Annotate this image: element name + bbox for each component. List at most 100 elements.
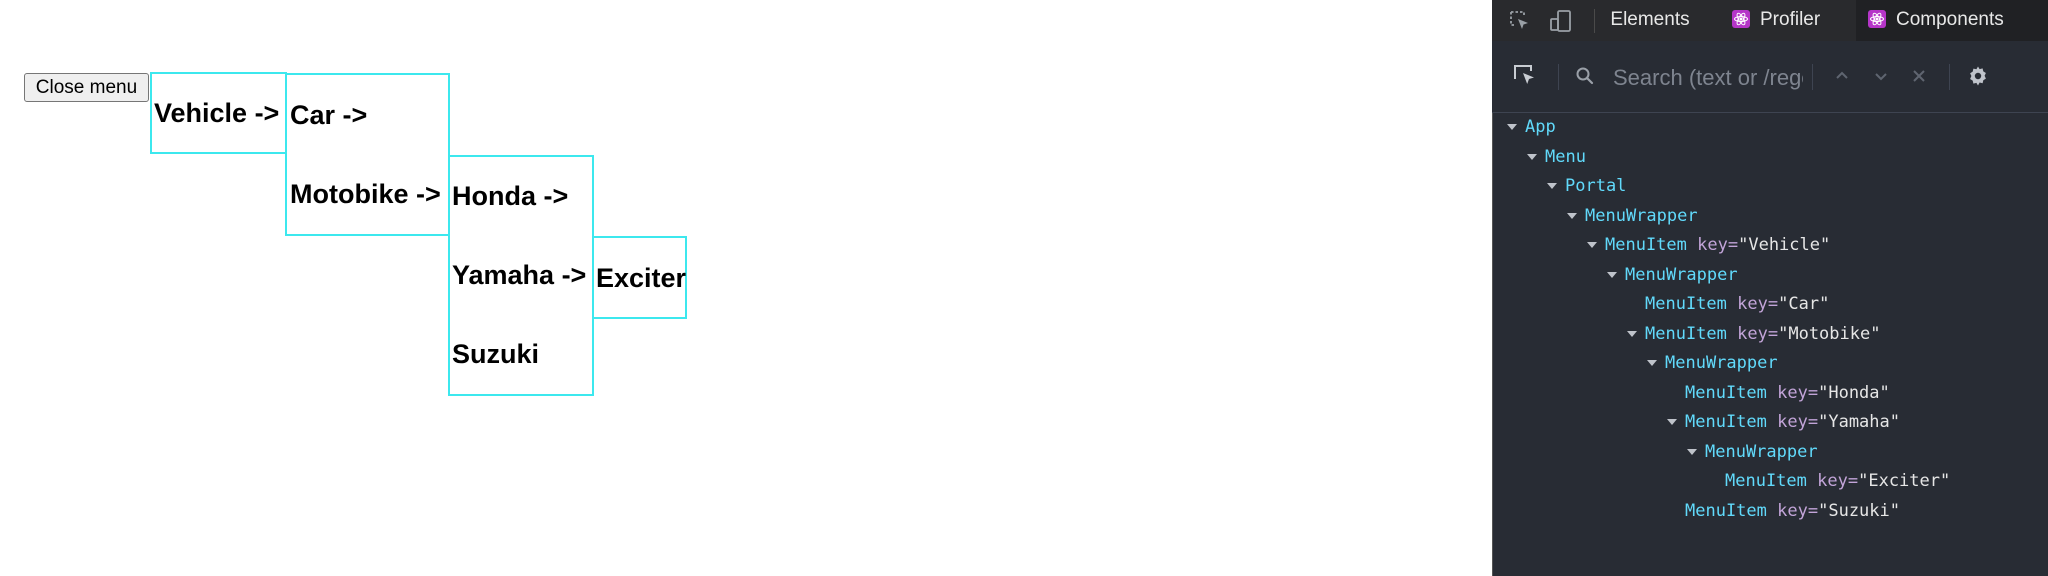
quote: " <box>1889 500 1901 521</box>
quote: " <box>1870 323 1881 344</box>
component-name: Menu <box>1545 146 1586 167</box>
tree-row[interactable]: MenuItem key="Yamaha" <box>1667 408 1900 437</box>
component-name: MenuItem <box>1645 323 1727 344</box>
close-icon[interactable] <box>1906 63 1932 89</box>
menu-wrapper-level-2: Car -> Motobike -> <box>285 73 450 236</box>
quote: " <box>1858 471 1869 491</box>
caret-down-icon[interactable] <box>1587 242 1597 248</box>
menu-wrapper-level-4: Exciter <box>592 236 687 319</box>
tree-row[interactable]: MenuWrapper <box>1607 261 1738 290</box>
tree-row[interactable]: MenuWrapper <box>1647 349 1778 378</box>
key-value: Motobike <box>1788 323 1871 344</box>
devtools-tab-bar: Elements Profiler Components <box>1492 0 2048 42</box>
quote: " <box>1778 294 1789 314</box>
key-value: Yamaha <box>1828 412 1890 432</box>
quote: " <box>1889 412 1901 432</box>
caret-down-icon[interactable] <box>1627 330 1637 337</box>
menu-item-yamaha[interactable]: Yamaha -> <box>452 260 586 290</box>
search-icon <box>1572 63 1598 89</box>
tree-row[interactable]: MenuItem key="Suzuki" <box>1667 497 1900 526</box>
caret-down-icon[interactable] <box>1667 419 1677 425</box>
chevron-down-icon[interactable] <box>1868 63 1894 89</box>
caret-down-icon[interactable] <box>1547 183 1557 189</box>
inspect-element-icon[interactable] <box>1507 8 1533 34</box>
gear-icon[interactable] <box>1965 63 1991 89</box>
search-input[interactable] <box>1613 63 1803 93</box>
caret-down-icon[interactable] <box>1607 271 1617 278</box>
key-value: Exciter <box>1868 471 1940 491</box>
tree-row[interactable]: MenuItem key="Exciter" <box>1707 467 1950 496</box>
quote: " <box>1778 323 1789 344</box>
menu-item-honda[interactable]: Honda -> <box>452 181 568 211</box>
caret-spacer <box>1707 478 1717 484</box>
key-label: key= <box>1737 323 1779 344</box>
key-value: Honda <box>1828 382 1880 403</box>
caret-down-icon[interactable] <box>1567 212 1577 219</box>
react-icon <box>1868 10 1886 28</box>
tree-row[interactable]: MenuWrapper <box>1687 438 1818 467</box>
quote: " <box>1820 235 1831 255</box>
menu-item-car[interactable]: Car -> <box>290 100 367 130</box>
key-value: Car <box>1788 294 1820 314</box>
key-label: key= <box>1697 235 1739 255</box>
device-toolbar-icon[interactable] <box>1548 8 1574 34</box>
key-label: key= <box>1737 294 1779 314</box>
tree-row[interactable]: MenuItem key="Honda" <box>1667 379 1890 408</box>
tab-elements-label: Elements <box>1610 9 1690 30</box>
component-name: MenuItem <box>1725 471 1807 491</box>
toolbar-separator <box>1812 64 1813 90</box>
component-name: MenuItem <box>1685 382 1767 403</box>
tab-components-label: Components <box>1896 9 2004 30</box>
component-name: App <box>1525 117 1556 137</box>
caret-down-icon[interactable] <box>1687 448 1697 455</box>
key-value: Suzuki <box>1828 500 1890 521</box>
component-name: MenuWrapper <box>1585 205 1698 226</box>
tab-profiler[interactable]: Profiler <box>1732 0 1820 41</box>
component-name: MenuItem <box>1685 500 1767 521</box>
tree-row[interactable]: MenuWrapper <box>1567 202 1698 231</box>
devtools-panel: Elements Profiler Components Search (tex… <box>1492 0 2048 576</box>
caret-down-icon[interactable] <box>1507 124 1517 130</box>
tree-row[interactable]: App <box>1507 113 1556 142</box>
tab-components[interactable]: Components <box>1856 0 2048 41</box>
menu-wrapper-level-1: Vehicle -> <box>150 72 287 154</box>
close-menu-button[interactable]: Close menu <box>24 73 149 102</box>
key-value: Vehicle <box>1748 235 1820 255</box>
caret-spacer <box>1667 508 1677 514</box>
component-name: MenuItem <box>1685 412 1767 432</box>
quote: " <box>1940 471 1951 491</box>
react-icon <box>1732 10 1750 28</box>
component-name: MenuWrapper <box>1625 264 1738 285</box>
quote: " <box>1819 294 1830 314</box>
caret-spacer <box>1627 301 1637 307</box>
key-label: key= <box>1777 382 1819 403</box>
tree-row[interactable]: MenuItem key="Motobike" <box>1627 320 1880 349</box>
key-label: key= <box>1777 412 1819 432</box>
quote: " <box>1879 382 1890 403</box>
component-name: MenuWrapper <box>1665 353 1778 373</box>
key-label: key= <box>1817 471 1859 491</box>
tree-row[interactable]: Portal <box>1547 172 1626 201</box>
tree-row[interactable]: Menu <box>1527 143 1586 172</box>
tab-profiler-label: Profiler <box>1760 9 1821 30</box>
caret-spacer <box>1667 390 1677 396</box>
select-element-icon[interactable] <box>1512 63 1538 89</box>
key-label: key= <box>1777 500 1819 521</box>
menu-item-suzuki[interactable]: Suzuki <box>452 339 539 369</box>
menu-item-exciter[interactable]: Exciter <box>596 263 686 293</box>
toolbar-separator <box>1558 64 1559 90</box>
toolbar-separator <box>1949 64 1950 90</box>
tree-row[interactable]: MenuItem key="Car" <box>1627 290 1829 319</box>
menu-item-vehicle[interactable]: Vehicle -> <box>154 98 279 128</box>
component-name: MenuItem <box>1605 235 1687 255</box>
quote: " <box>1738 235 1749 255</box>
menu-item-motobike[interactable]: Motobike -> <box>290 179 441 209</box>
tab-elements[interactable]: Elements <box>1604 0 1696 41</box>
quote: " <box>1818 382 1829 403</box>
caret-down-icon[interactable] <box>1647 360 1657 366</box>
menu-wrapper-level-3: Honda -> Yamaha -> Suzuki <box>448 155 594 396</box>
quote: " <box>1818 500 1829 521</box>
caret-down-icon[interactable] <box>1527 153 1537 160</box>
tree-row[interactable]: MenuItem key="Vehicle" <box>1587 231 1830 260</box>
chevron-up-icon[interactable] <box>1829 63 1855 89</box>
